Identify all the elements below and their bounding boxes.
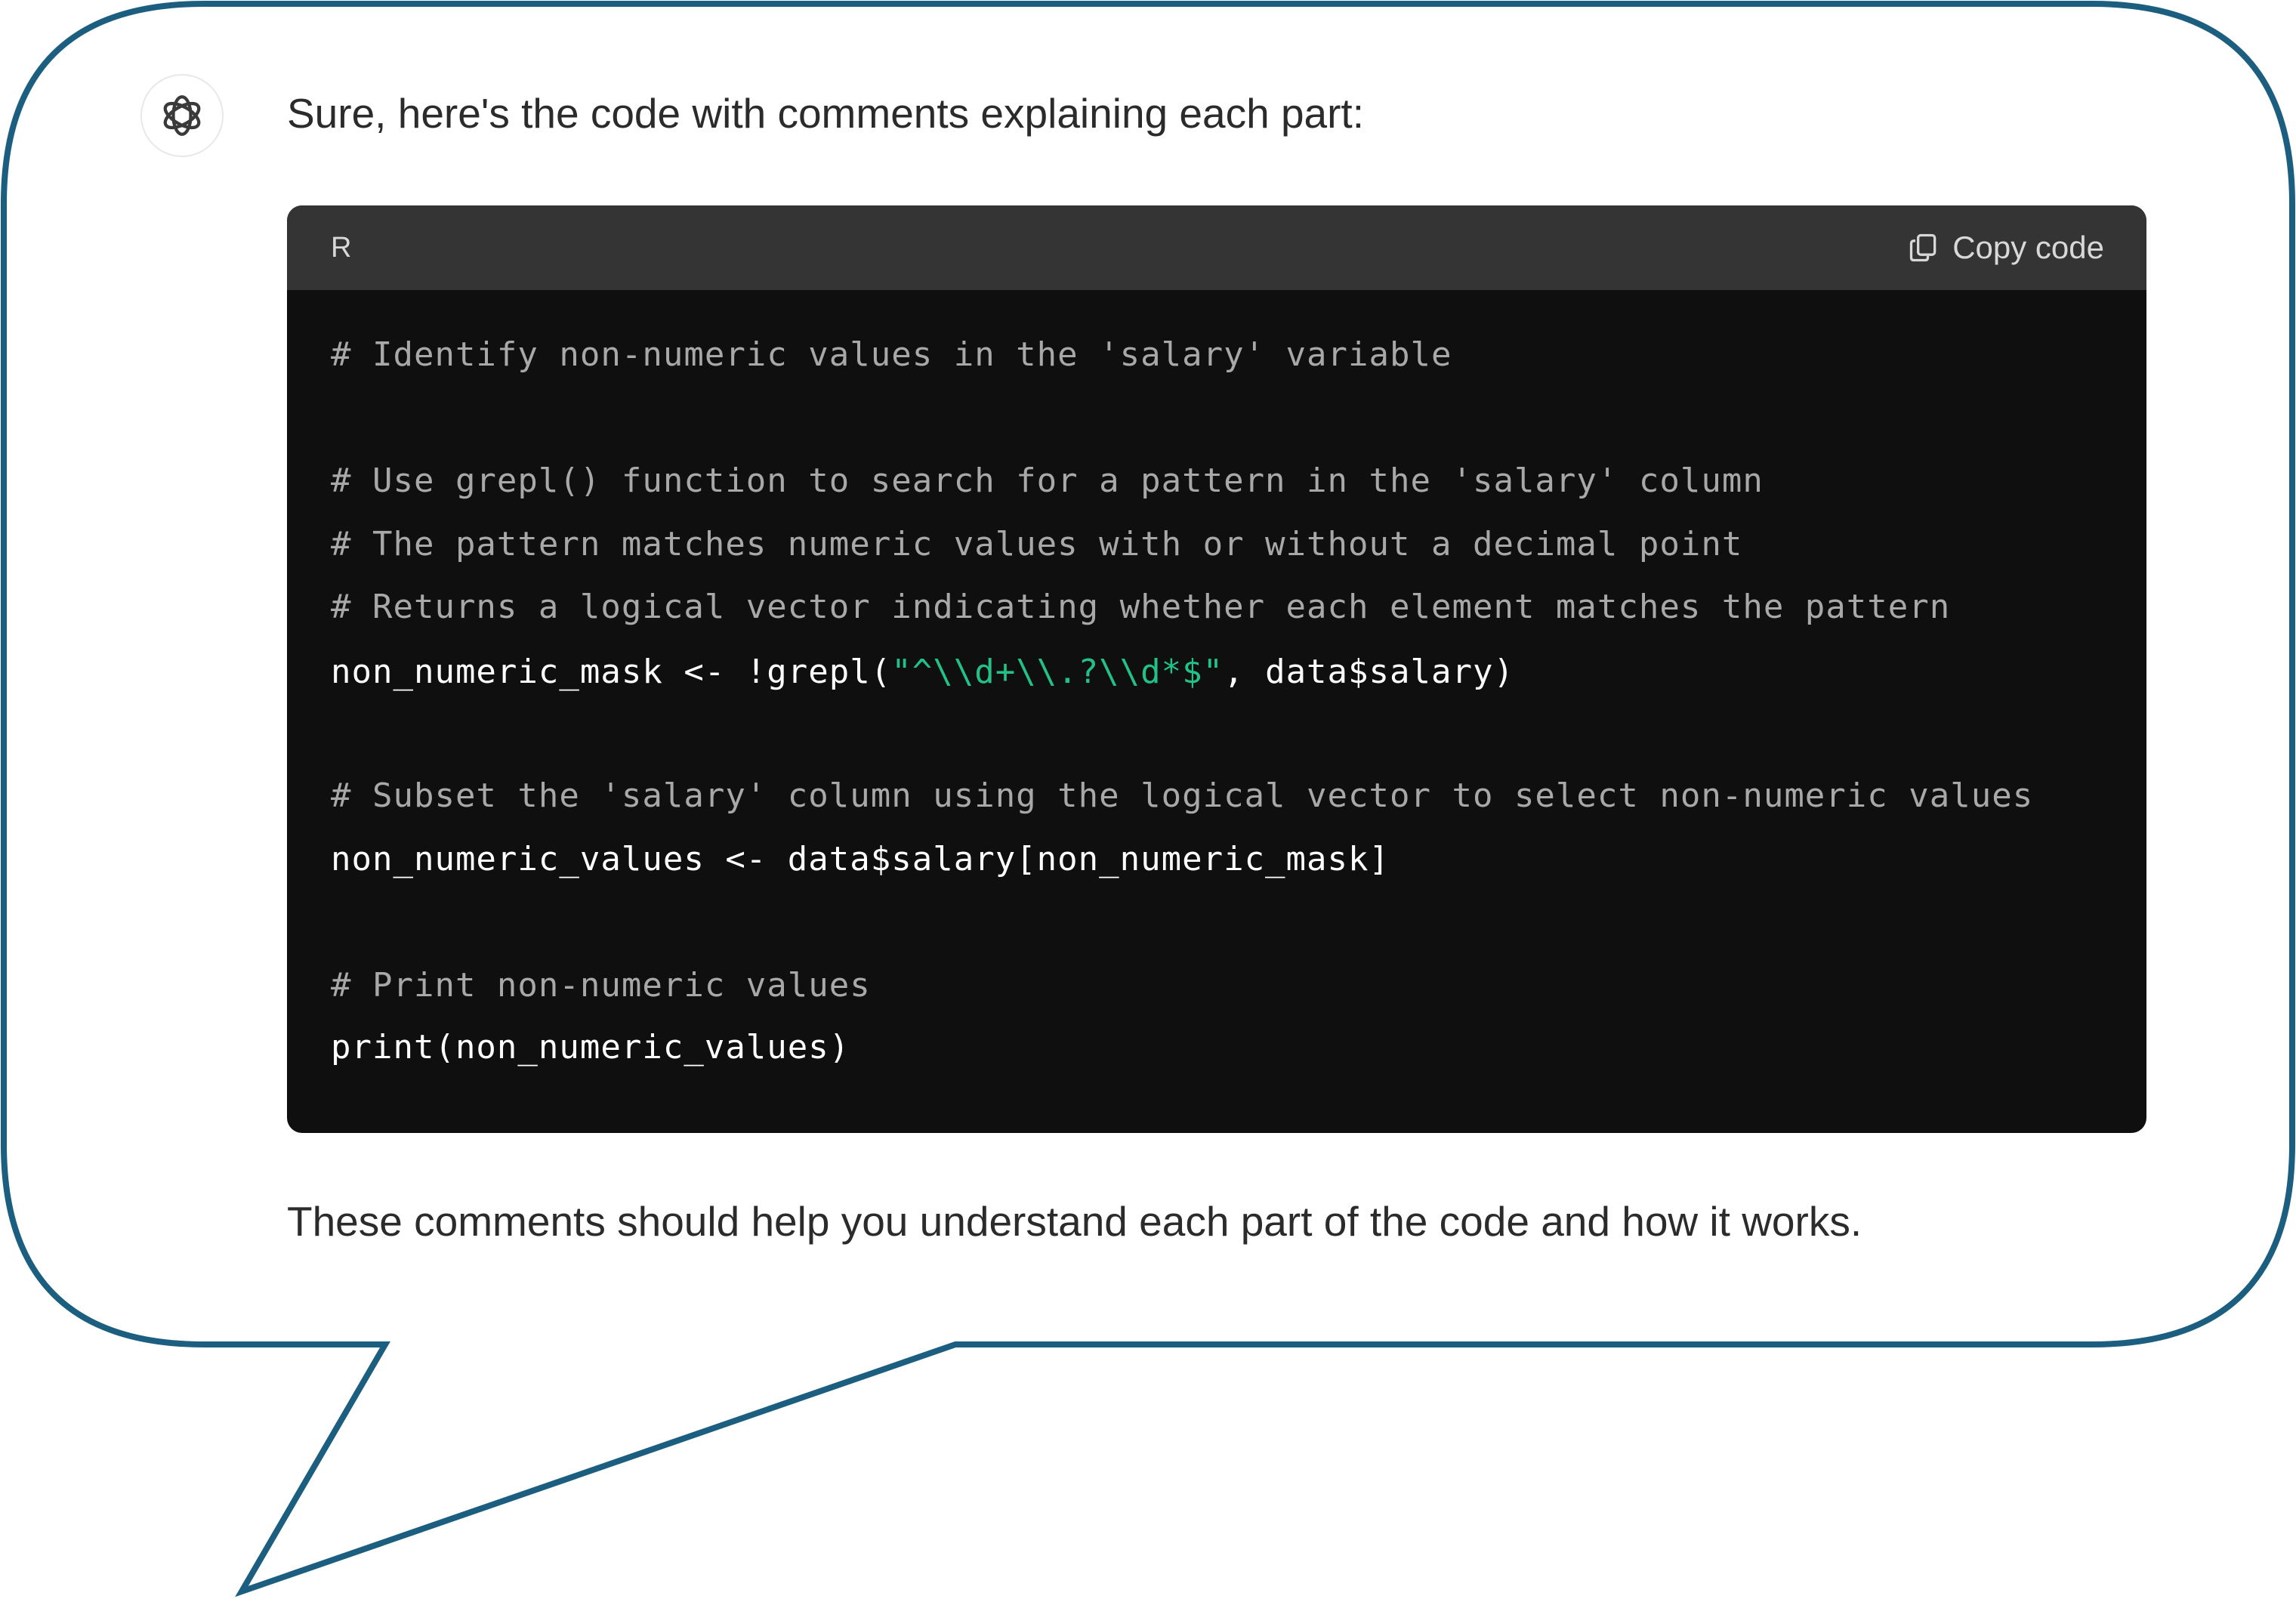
code-language-label: R xyxy=(331,231,352,264)
code-token: non_numeric_mask <- !grepl( xyxy=(331,653,892,691)
code-block: R Copy code # Identify non-numeric value… xyxy=(287,205,2146,1133)
openai-logo-icon xyxy=(163,95,201,136)
copy-code-label: Copy code xyxy=(1952,230,2104,265)
code-line: # Identify non-numeric values in the 'sa… xyxy=(331,335,1452,374)
code-line: # The pattern matches numeric values wit… xyxy=(331,525,1743,563)
code-string-token: "^\\d+\\.?\\d*$" xyxy=(891,653,1224,691)
code-line: # Use grepl() function to search for a p… xyxy=(331,461,1764,500)
code-line: non_numeric_values <- data$salary[non_nu… xyxy=(331,840,1390,878)
copy-code-button[interactable]: Copy code xyxy=(1907,230,2104,266)
code-line: # Returns a logical vector indicating wh… xyxy=(331,588,1951,626)
code-block-header: R Copy code xyxy=(287,205,2146,290)
code-line: print(non_numeric_values) xyxy=(331,1028,850,1067)
code-line: non_numeric_mask <- !grepl("^\\d+\\.?\\d… xyxy=(331,653,1514,691)
response-outro-text: These comments should help you understan… xyxy=(287,1198,1862,1245)
code-line: # Print non-numeric values xyxy=(331,966,871,1005)
copy-icon xyxy=(1910,233,1936,262)
code-line: # Subset the 'salary' column using the l… xyxy=(331,776,2034,815)
code-token: , data$salary) xyxy=(1224,653,1514,691)
assistant-avatar xyxy=(140,74,224,157)
response-intro-text: Sure, here's the code with comments expl… xyxy=(287,90,1364,137)
